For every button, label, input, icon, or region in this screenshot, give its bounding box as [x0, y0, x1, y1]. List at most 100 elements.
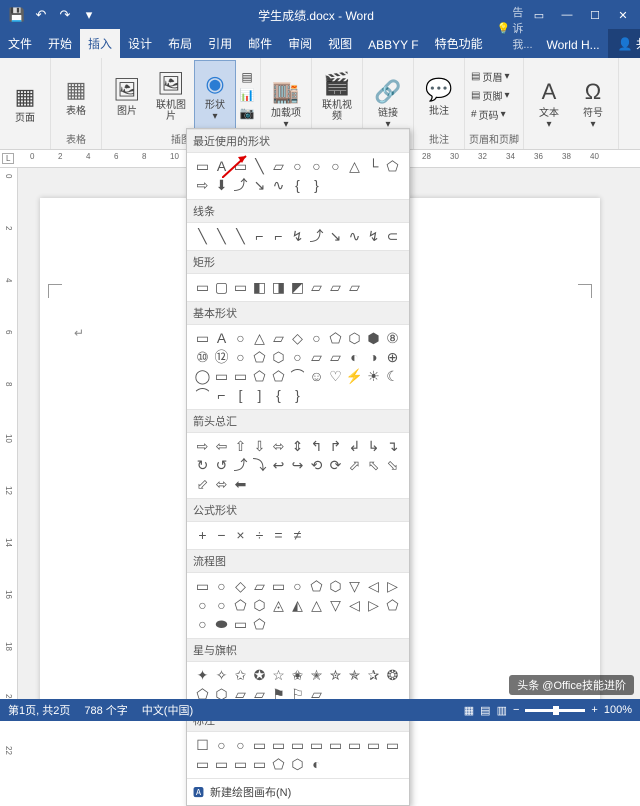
shape-item[interactable]: ○: [326, 156, 345, 175]
shape-item[interactable]: ⬅: [231, 474, 250, 493]
shape-item[interactable]: ✪: [250, 665, 269, 684]
shape-item[interactable]: ↪: [288, 455, 307, 474]
shape-item[interactable]: ⤴: [231, 175, 250, 194]
shape-item[interactable]: ▱: [307, 347, 326, 366]
shape-item[interactable]: ○: [231, 347, 250, 366]
shape-item[interactable]: ○: [193, 614, 212, 633]
shape-item[interactable]: ✭: [307, 665, 326, 684]
shape-item[interactable]: ⇨: [193, 175, 212, 194]
shape-item[interactable]: ▭: [345, 735, 364, 754]
shape-item[interactable]: ▭: [231, 614, 250, 633]
shape-item[interactable]: ╲: [212, 226, 231, 245]
shape-item[interactable]: ⇧: [231, 436, 250, 455]
shape-item[interactable]: }: [307, 175, 326, 194]
shape-item[interactable]: ◧: [250, 277, 269, 296]
shape-item[interactable]: △: [345, 156, 364, 175]
shape-item[interactable]: ↘: [250, 175, 269, 194]
shape-item[interactable]: ⬠: [269, 366, 288, 385]
shape-item[interactable]: ⇦: [212, 436, 231, 455]
shape-item[interactable]: ⬡: [326, 576, 345, 595]
shape-item[interactable]: ⬠: [250, 614, 269, 633]
page-indicator[interactable]: 第1页, 共2页: [8, 702, 70, 718]
shape-item[interactable]: ⬡: [345, 328, 364, 347]
shape-item[interactable]: ◬: [269, 595, 288, 614]
shape-item[interactable]: ⇕: [288, 436, 307, 455]
shape-item[interactable]: ✦: [193, 665, 212, 684]
shape-item[interactable]: ▭: [250, 754, 269, 773]
tab-references[interactable]: 引用: [200, 29, 240, 58]
shape-item[interactable]: ⬠: [250, 366, 269, 385]
shape-item[interactable]: ⬡: [288, 754, 307, 773]
shape-item[interactable]: ⬠: [269, 754, 288, 773]
tab-mailings[interactable]: 邮件: [240, 29, 280, 58]
shape-item[interactable]: ⬢: [364, 328, 383, 347]
shape-item[interactable]: ⌒: [193, 385, 212, 404]
tab-insert[interactable]: 插入: [80, 29, 120, 58]
tab-file[interactable]: 文件: [0, 29, 40, 58]
shape-item[interactable]: ◩: [288, 277, 307, 296]
page-number-button[interactable]: #页码 ▾: [469, 106, 511, 123]
tab-home[interactable]: 开始: [40, 29, 80, 58]
shape-item[interactable]: ⇩: [250, 436, 269, 455]
shape-item[interactable]: ▱: [269, 156, 288, 175]
shape-item[interactable]: △: [250, 328, 269, 347]
shape-item[interactable]: ⇨: [193, 436, 212, 455]
shape-item[interactable]: ⑧: [383, 328, 402, 347]
shape-item[interactable]: ○: [212, 735, 231, 754]
shape-item[interactable]: ⬠: [307, 576, 326, 595]
shape-item[interactable]: ▭: [193, 328, 212, 347]
view-web-icon[interactable]: ▥: [497, 704, 507, 717]
view-print-icon[interactable]: ▤: [480, 704, 490, 717]
tab-abbyy[interactable]: ABBYY F: [360, 32, 426, 58]
shape-item[interactable]: ⊂: [383, 226, 402, 245]
shape-item[interactable]: ○: [307, 156, 326, 175]
shape-item[interactable]: ☀: [364, 366, 383, 385]
shape-item[interactable]: ✧: [212, 665, 231, 684]
shape-item[interactable]: }: [288, 385, 307, 404]
shape-item[interactable]: ↳: [364, 436, 383, 455]
shape-item[interactable]: ▷: [364, 595, 383, 614]
shape-item[interactable]: ⬄: [269, 436, 288, 455]
view-read-icon[interactable]: ▦: [464, 704, 474, 717]
shape-item[interactable]: ⬡: [269, 347, 288, 366]
shape-item[interactable]: ✮: [326, 665, 345, 684]
shape-item[interactable]: ☾: [383, 366, 402, 385]
shape-item[interactable]: ◁: [345, 595, 364, 614]
share-button[interactable]: 👤 共享: [608, 29, 640, 58]
shape-item[interactable]: ⑩: [193, 347, 212, 366]
shape-item[interactable]: ⬠: [231, 595, 250, 614]
tab-view[interactable]: 视图: [320, 29, 360, 58]
shape-item[interactable]: ▱: [326, 347, 345, 366]
shape-item[interactable]: ○: [231, 735, 250, 754]
shapes-button[interactable]: ◉形状▾: [194, 60, 236, 130]
account-label[interactable]: World H...: [539, 32, 608, 58]
shape-item[interactable]: ▽: [345, 576, 364, 595]
language-indicator[interactable]: 中文(中国): [142, 702, 193, 718]
shape-item[interactable]: ▭: [269, 576, 288, 595]
shape-item[interactable]: =: [269, 525, 288, 544]
chart-button[interactable]: 📊: [238, 86, 256, 104]
shape-item[interactable]: ▭: [193, 576, 212, 595]
shape-item[interactable]: ▭: [231, 754, 250, 773]
shape-item[interactable]: ○: [212, 595, 231, 614]
maximize-button[interactable]: ☐: [582, 2, 608, 28]
shape-item[interactable]: ▷: [383, 576, 402, 595]
zoom-level[interactable]: 100%: [604, 704, 632, 716]
shape-item[interactable]: ⬡: [250, 595, 269, 614]
symbol-button[interactable]: Ω符号▾: [572, 60, 614, 145]
shape-item[interactable]: ☺: [307, 366, 326, 385]
undo-button[interactable]: ↶: [30, 4, 52, 26]
shape-item[interactable]: ⬁: [364, 455, 383, 474]
close-button[interactable]: ✕: [610, 2, 636, 28]
shape-item[interactable]: ◐: [307, 754, 326, 773]
header-button[interactable]: ▤页眉 ▾: [469, 68, 511, 85]
shape-item[interactable]: ∿: [269, 175, 288, 194]
shape-item[interactable]: ↯: [364, 226, 383, 245]
shape-item[interactable]: ▭: [288, 735, 307, 754]
shape-item[interactable]: ≠: [288, 525, 307, 544]
shape-item[interactable]: ⊕: [383, 347, 402, 366]
shape-item[interactable]: ⌐: [212, 385, 231, 404]
shape-item[interactable]: ▭: [307, 735, 326, 754]
shape-item[interactable]: A: [212, 156, 231, 175]
shape-item[interactable]: ✰: [364, 665, 383, 684]
